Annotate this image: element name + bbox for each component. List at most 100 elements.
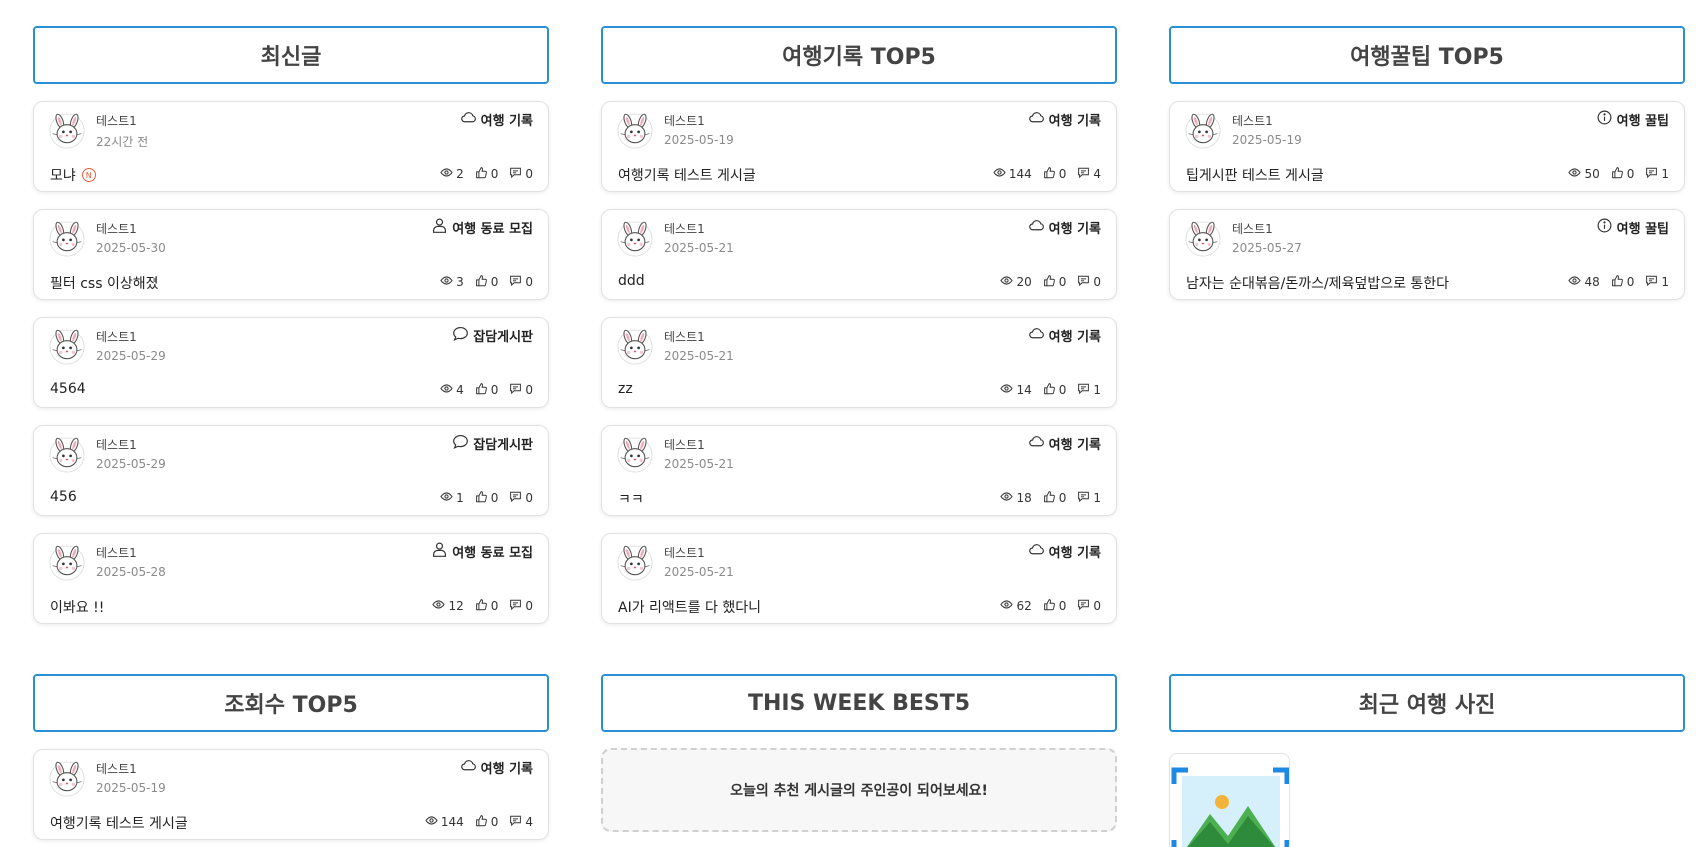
- thumbs-up-icon: [475, 598, 488, 614]
- cloud-icon: [1028, 217, 1045, 238]
- post-card[interactable]: 테스트1 2025-05-28 여행 동료 모집 이봐요 !! 12 0 0: [33, 533, 549, 624]
- post-title[interactable]: 여행기록 테스트 게시글: [618, 165, 756, 185]
- likes-count: 0: [490, 275, 499, 289]
- comment-icon: [1645, 274, 1658, 290]
- views-count: 48: [1584, 275, 1600, 289]
- comment-icon: [509, 274, 522, 290]
- post-date: 2025-05-27: [1232, 241, 1302, 255]
- eye-icon: [1000, 274, 1014, 290]
- comments-count: 1: [1661, 275, 1669, 289]
- comments-count: 1: [1661, 167, 1669, 181]
- post-title-text: ㅋㅋ: [618, 492, 644, 508]
- post-title[interactable]: 팁게시판 테스트 게시글: [1186, 165, 1324, 185]
- post-category[interactable]: 잡담게시판: [452, 325, 533, 346]
- post-category[interactable]: 여행 동료 모집: [431, 217, 533, 238]
- post-title[interactable]: AI가 리액트를 다 했다니: [618, 597, 761, 617]
- person-icon: [431, 541, 448, 562]
- recent-photo-card[interactable]: [1169, 753, 1290, 847]
- post-category-label: 잡담게시판: [473, 438, 533, 453]
- thumbs-up-icon: [1611, 166, 1624, 182]
- post-date: 2025-05-19: [664, 133, 734, 147]
- post-card[interactable]: 테스트1 2025-05-30 여행 동료 모집 필터 css 이상해졌 3 0 0: [33, 209, 549, 300]
- post-title-text: 필터 css 이상해졌: [50, 276, 159, 292]
- post-card[interactable]: 테스트1 2025-05-19 여행 기록 여행기록 테스트 게시글 144 0 4: [601, 101, 1117, 192]
- post-category[interactable]: 여행 꿀팁: [1596, 109, 1669, 130]
- post-category[interactable]: 여행 기록: [460, 757, 533, 778]
- post-category[interactable]: 여행 동료 모집: [431, 541, 533, 562]
- person-icon: [431, 217, 448, 238]
- post-title-text: AI가 리액트를 다 했다니: [618, 600, 761, 616]
- thumbs-up-icon: [475, 814, 488, 830]
- post-category-label: 여행 기록: [1048, 438, 1101, 453]
- post-card[interactable]: 테스트1 2025-05-27 여행 꿀팁 남자는 순대볶음/돈까스/제육덮밥으로 통…: [1169, 209, 1685, 300]
- comment-icon: [1077, 274, 1090, 290]
- post-category[interactable]: 여행 기록: [1028, 541, 1101, 562]
- post-title[interactable]: ddd: [618, 273, 645, 289]
- thumbs-up-icon: [475, 166, 488, 182]
- post-category[interactable]: 여행 기록: [1028, 217, 1101, 238]
- post-author: 테스트1: [664, 330, 705, 344]
- post-title[interactable]: 필터 css 이상해졌: [50, 273, 158, 293]
- post-card[interactable]: 테스트1 2025-05-21 여행 기록 zz 14 0 1: [601, 317, 1117, 408]
- avatar: [1185, 221, 1221, 257]
- tips-posts-list: 테스트1 2025-05-19 여행 꿀팁 팁게시판 테스트 게시글 50 0 1 테스트1 2…: [1169, 101, 1685, 317]
- thumbs-up-icon: [1043, 274, 1056, 290]
- post-title[interactable]: 4564: [50, 381, 86, 397]
- post-date: 2025-05-28: [96, 565, 166, 579]
- post-title[interactable]: zz: [618, 381, 633, 397]
- post-category[interactable]: 여행 꿀팁: [1596, 217, 1669, 238]
- thumbs-up-icon: [475, 274, 488, 290]
- comments-count: 1: [1093, 491, 1101, 505]
- comments-count: 0: [525, 383, 533, 397]
- avatar: [617, 221, 653, 257]
- post-date: 2025-05-21: [664, 457, 734, 471]
- post-title[interactable]: 모냐 N: [50, 165, 96, 185]
- post-category[interactable]: 여행 기록: [1028, 433, 1101, 454]
- views-count: 50: [1584, 167, 1600, 181]
- comments-count: 4: [1093, 167, 1101, 181]
- post-title-text: zz: [618, 381, 633, 397]
- post-date: 2025-05-21: [664, 241, 734, 255]
- eye-icon: [440, 382, 453, 398]
- post-card[interactable]: 테스트1 2025-05-19 여행 기록 여행기록 테스트 게시글 144 0 4: [33, 749, 549, 840]
- comment-icon: [1077, 382, 1090, 398]
- post-card[interactable]: 테스트1 2025-05-19 여행 꿀팁 팁게시판 테스트 게시글 50 0 1: [1169, 101, 1685, 192]
- cloud-icon: [460, 757, 477, 778]
- post-author: 테스트1: [96, 222, 137, 236]
- post-title[interactable]: 여행기록 테스트 게시글: [50, 813, 188, 833]
- comments-count: 0: [1093, 275, 1101, 289]
- post-category[interactable]: 잡담게시판: [452, 433, 533, 454]
- post-card[interactable]: 테스트1 2025-05-21 여행 기록 ddd 20 0 0: [601, 209, 1117, 300]
- comments-count: 0: [1093, 599, 1101, 613]
- speech-bubble-icon: [452, 433, 469, 454]
- post-title[interactable]: ㅋㅋ: [618, 489, 644, 509]
- post-card[interactable]: 테스트1 2025-05-21 여행 기록 ㅋㅋ 18 0 1: [601, 425, 1117, 516]
- post-card[interactable]: 테스트1 2025-05-29 잡담게시판 456 1 0 0: [33, 425, 549, 516]
- likes-count: 0: [1058, 167, 1067, 181]
- post-category[interactable]: 여행 기록: [460, 109, 533, 130]
- post-title[interactable]: 이봐요 !!: [50, 597, 104, 617]
- post-category[interactable]: 여행 기록: [1028, 109, 1101, 130]
- post-card[interactable]: 테스트1 22시간 전 여행 기록 모냐 N 2 0 0: [33, 101, 549, 192]
- views-count: 14: [1016, 383, 1032, 397]
- section-header-latest: 최신글: [33, 26, 549, 84]
- post-category[interactable]: 여행 기록: [1028, 325, 1101, 346]
- post-card[interactable]: 테스트1 2025-05-29 잡담게시판 4564 4 0 0: [33, 317, 549, 408]
- post-title[interactable]: 456: [50, 489, 77, 505]
- comment-icon: [509, 382, 522, 398]
- post-card[interactable]: 테스트1 2025-05-21 여행 기록 AI가 리액트를 다 했다니 62 0 0: [601, 533, 1117, 624]
- cloud-icon: [460, 109, 477, 130]
- likes-count: 0: [490, 599, 499, 613]
- post-category-label: 여행 꿀팁: [1616, 222, 1669, 237]
- avatar: [49, 437, 85, 473]
- post-author: 테스트1: [96, 330, 137, 344]
- post-date: 22시간 전: [96, 135, 149, 149]
- section-header-week-best5: THIS WEEK BEST5: [601, 674, 1117, 732]
- post-title-text: 여행기록 테스트 게시글: [50, 816, 188, 832]
- likes-count: 0: [1626, 275, 1635, 289]
- latest-posts-list: 테스트1 22시간 전 여행 기록 모냐 N 2 0 0 테스트1 2025-05-30 여행 동료…: [33, 101, 549, 641]
- eye-icon: [440, 490, 453, 506]
- avatar: [1185, 113, 1221, 149]
- views-count: 62: [1016, 599, 1032, 613]
- post-title[interactable]: 남자는 순대볶음/돈까스/제육덮밥으로 통한다: [1186, 273, 1449, 293]
